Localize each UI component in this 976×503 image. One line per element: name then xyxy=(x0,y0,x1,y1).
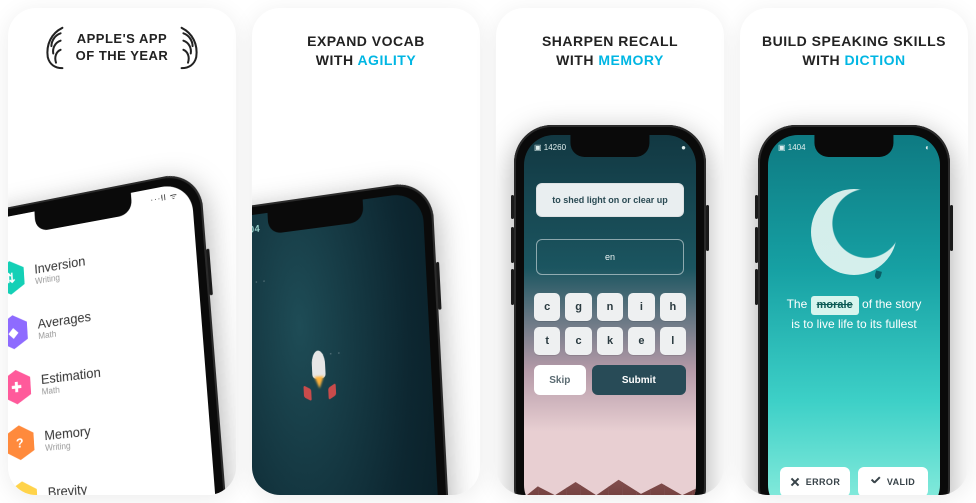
skill-hex-icon: ⇅ xyxy=(8,259,25,297)
clue-card: to shed light on or clear up xyxy=(536,183,684,217)
key-row-2: tckel xyxy=(534,327,686,355)
sentence: The morale of the story is to live life … xyxy=(780,295,928,334)
letter-key[interactable]: h xyxy=(660,293,686,321)
skill-hex-icon: ✚ xyxy=(8,368,32,406)
phone-mock-2: ✦ 1404 playfulfun-lovingboring xyxy=(252,179,458,495)
headline: SHARPEN RECALL WITH MEMORY xyxy=(524,8,696,80)
skill-item[interactable]: ◆ Averages Math xyxy=(8,288,192,351)
blank-word[interactable]: morale xyxy=(811,296,859,315)
skill-hex-icon: ? xyxy=(8,424,35,462)
letter-key[interactable]: c xyxy=(565,327,591,355)
award-title: APPLE'S APP OF THE YEAR xyxy=(76,31,169,65)
letter-key[interactable]: g xyxy=(565,293,591,321)
skills-list: ⇅ Inversion Writing ◆ Averages Math ✚ Es… xyxy=(8,231,206,495)
skill-item[interactable]: ✚ Estimation Math xyxy=(8,347,196,406)
phone-mock-4: ▣ 1404 ◐ The morale of the story is to l… xyxy=(758,125,950,495)
letter-key[interactable]: i xyxy=(628,293,654,321)
headline-accent: DICTION xyxy=(845,52,906,68)
headline-accent: AGILITY xyxy=(357,52,416,68)
laurel-right-icon xyxy=(174,26,202,70)
valid-button[interactable]: VALID xyxy=(858,467,928,495)
rocket-icon xyxy=(301,349,335,399)
letter-key[interactable]: n xyxy=(597,293,623,321)
skip-button[interactable]: Skip xyxy=(534,365,586,395)
headline-main: EXPAND VOCAB xyxy=(307,32,425,51)
screenshot-card-4: BUILD SPEAKING SKILLS WITH DICTION ▣ 140… xyxy=(740,8,968,495)
headline-main: SHARPEN RECALL xyxy=(542,32,678,51)
letter-key[interactable]: c xyxy=(534,293,560,321)
moon-icon xyxy=(811,189,897,275)
submit-button[interactable]: Submit xyxy=(592,365,686,395)
status-bar: ···ll ᯤ xyxy=(150,190,178,206)
topbar-score: ▣ 14260 xyxy=(534,143,566,152)
letter-key[interactable]: k xyxy=(597,327,623,355)
x-icon xyxy=(790,477,800,487)
skill-name: Brevity xyxy=(47,481,87,495)
letter-key[interactable]: t xyxy=(534,327,560,355)
skill-item[interactable]: ⇅ Inversion Writing xyxy=(8,231,187,297)
laurel-left-icon xyxy=(42,26,70,70)
phone-mock-3: ▣ 14260 ↺ 4 ● to shed light on or clear … xyxy=(514,125,706,495)
award-line2: OF THE YEAR xyxy=(76,48,169,65)
letter-key[interactable]: e xyxy=(628,327,654,355)
headline: BUILD SPEAKING SKILLS WITH DICTION xyxy=(744,8,964,80)
skill-hex-icon: ◆ xyxy=(8,313,28,351)
headline: EXPAND VOCAB WITH AGILITY xyxy=(289,8,443,80)
error-button[interactable]: ERROR xyxy=(780,467,850,495)
game-score: ✦ 1404 xyxy=(252,224,260,239)
headline-accent: MEMORY xyxy=(598,52,663,68)
answer-field[interactable]: en xyxy=(536,239,684,275)
key-row-1: cgnih xyxy=(534,293,686,321)
rooftops-illustration xyxy=(524,471,696,495)
topbar-score: ▣ 1404 xyxy=(778,143,806,152)
screenshot-card-2: EXPAND VOCAB WITH AGILITY ✦ 1404 playful… xyxy=(252,8,480,495)
check-icon xyxy=(871,477,881,487)
topbar-pause-icon[interactable]: ◐ xyxy=(925,143,930,152)
screenshot-card-1: APPLE'S APP OF THE YEAR ···ll ᯤ ⇅ Invers… xyxy=(8,8,236,495)
letter-key[interactable]: l xyxy=(660,327,686,355)
headline-main: BUILD SPEAKING SKILLS xyxy=(762,32,946,51)
phone-mock-1: ···ll ᯤ ⇅ Inversion Writing ◆ Averages M… xyxy=(8,169,236,495)
skill-hex-icon: ✂ xyxy=(8,480,38,495)
award-badge: APPLE'S APP OF THE YEAR xyxy=(34,8,211,70)
skill-item[interactable]: ✂ Brevity Writing xyxy=(8,466,206,495)
screenshot-card-3: SHARPEN RECALL WITH MEMORY ▣ 14260 ↺ 4 ●… xyxy=(496,8,724,495)
topbar-pause-icon[interactable]: ● xyxy=(681,143,686,152)
skill-item[interactable]: ? Memory Writing xyxy=(8,406,201,461)
award-line1: APPLE'S APP xyxy=(76,31,169,48)
droplet-icon xyxy=(874,270,882,279)
